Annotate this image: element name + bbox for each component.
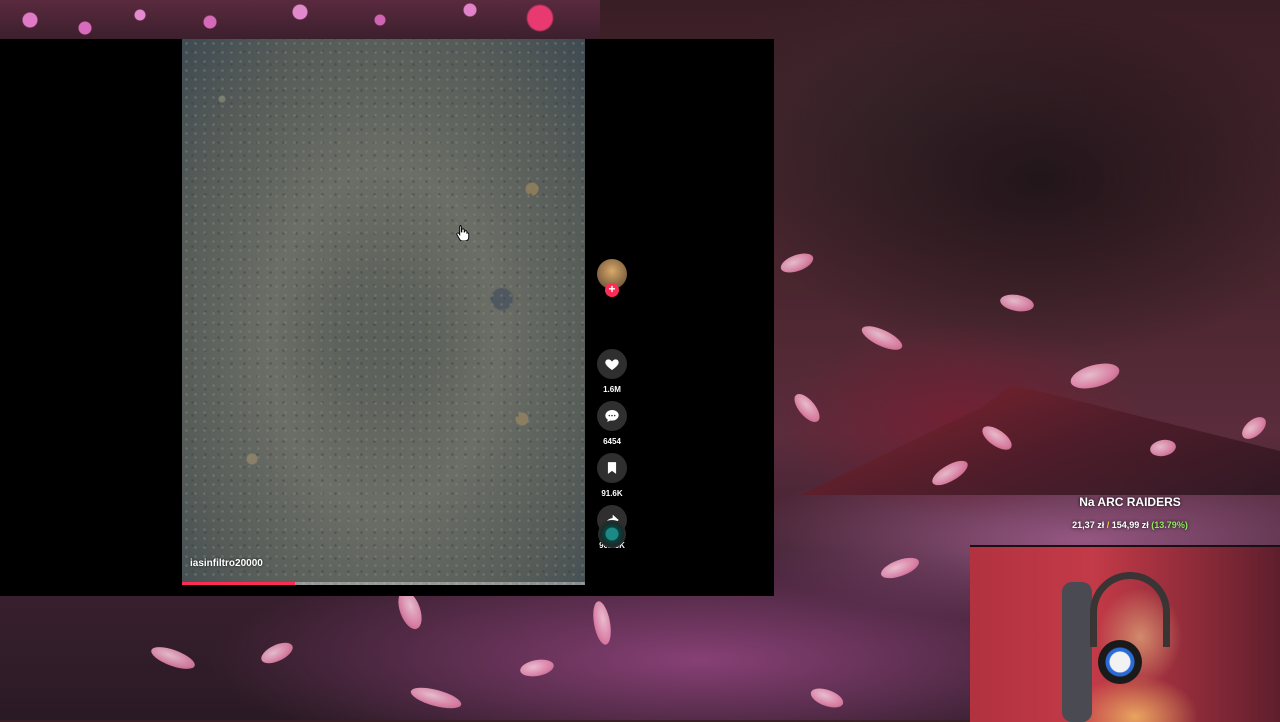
webcam-microphone xyxy=(1098,640,1142,684)
like-button[interactable] xyxy=(597,349,627,379)
video-player[interactable]: iasinfiltro20000 xyxy=(0,39,774,596)
petal xyxy=(590,599,614,647)
like-action[interactable]: 1.6M xyxy=(596,349,628,394)
music-disc-icon[interactable] xyxy=(598,520,626,548)
goal-current-amount: 21,37 zł xyxy=(1072,520,1105,530)
background-mountain xyxy=(800,385,1280,495)
comment-count: 6454 xyxy=(603,437,621,446)
goal-separator: / xyxy=(1106,520,1110,530)
goal-target-amount: 154,99 zł xyxy=(1111,520,1149,530)
petal xyxy=(998,292,1036,314)
donation-goal-title: Na ARC RAIDERS xyxy=(1079,495,1181,509)
petal xyxy=(1068,358,1122,394)
petal xyxy=(808,684,846,712)
webcam-headset xyxy=(1090,572,1170,647)
petal xyxy=(518,657,556,679)
save-action[interactable]: 91.6K xyxy=(596,453,628,498)
video-progress-fill xyxy=(182,582,295,585)
comment-action[interactable]: 6454 xyxy=(596,401,628,446)
comment-button[interactable] xyxy=(597,401,627,431)
donation-goal-progress: 21,37 zł / 154,99 zł (13.79%) xyxy=(1030,520,1230,530)
comment-icon xyxy=(605,410,619,422)
webcam-overlay xyxy=(970,545,1280,722)
bookmark-icon xyxy=(607,462,617,474)
heart-icon xyxy=(605,359,619,370)
petal xyxy=(148,642,198,674)
like-count: 1.6M xyxy=(603,385,621,394)
video-username[interactable]: iasinfiltro20000 xyxy=(190,558,263,569)
petal xyxy=(258,638,296,668)
petal xyxy=(878,553,922,583)
follow-plus-icon[interactable]: + xyxy=(605,283,619,297)
video-frame[interactable] xyxy=(182,39,585,585)
webcam-chair xyxy=(1062,582,1092,722)
bookmark-button[interactable] xyxy=(597,453,627,483)
petal xyxy=(789,389,825,427)
petal xyxy=(1238,412,1270,444)
goal-percent: (13.79%) xyxy=(1151,520,1188,530)
video-progress-bar[interactable] xyxy=(182,582,585,585)
save-count: 91.6K xyxy=(601,489,623,498)
hand-cursor-icon xyxy=(456,225,470,241)
background-blossoms xyxy=(0,0,600,40)
petal xyxy=(408,683,464,713)
petal xyxy=(778,249,816,277)
petal xyxy=(858,321,906,355)
